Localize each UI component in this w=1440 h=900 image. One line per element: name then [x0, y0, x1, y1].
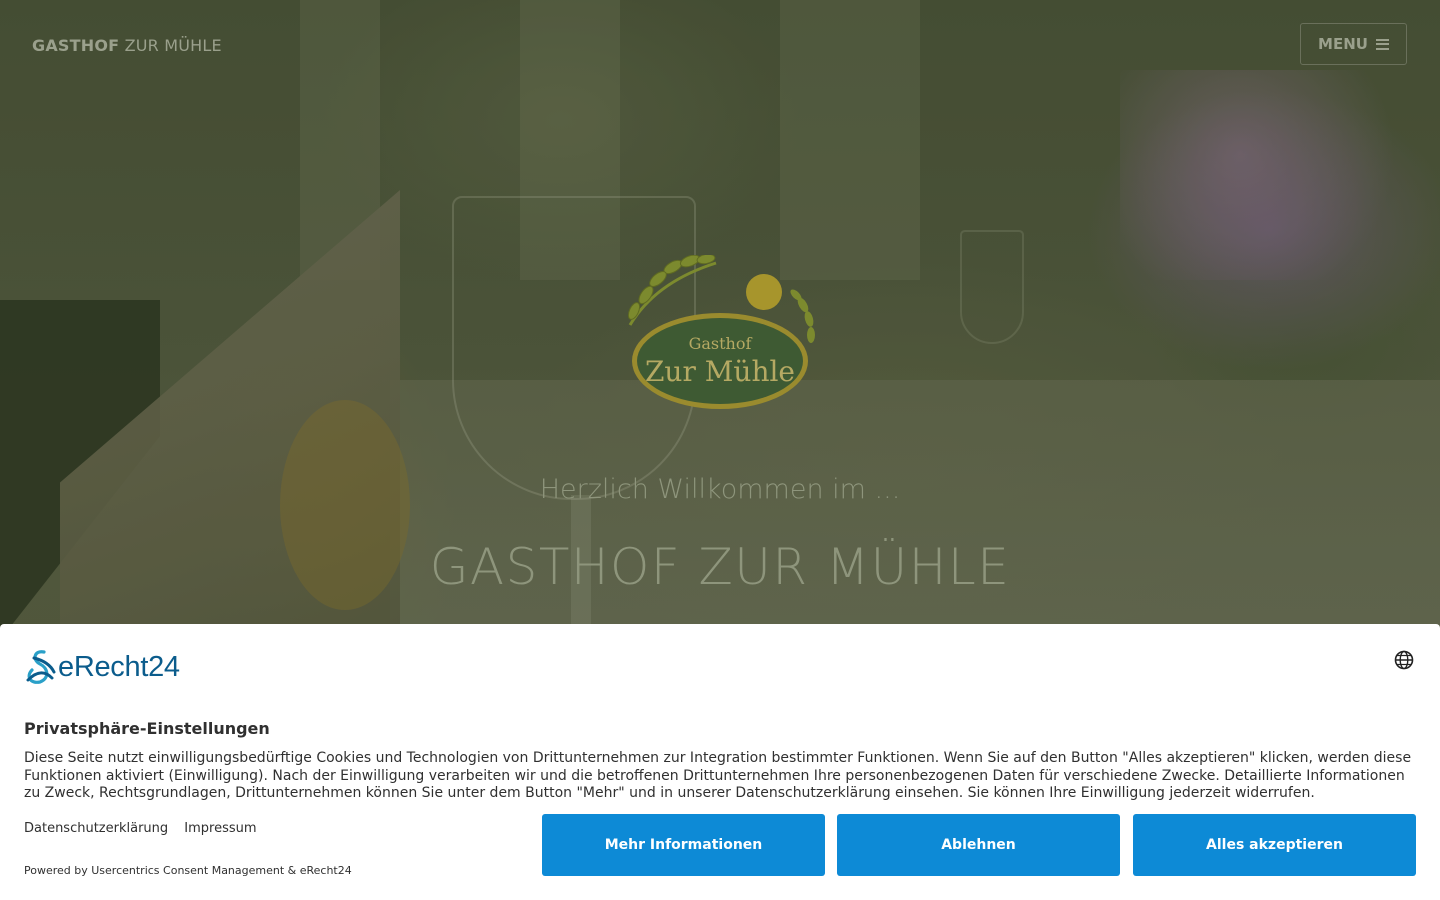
brand-light: ZUR MÜHLE: [124, 36, 222, 55]
accept-all-button[interactable]: Alles akzeptieren: [1133, 814, 1416, 876]
more-info-button[interactable]: Mehr Informationen: [542, 814, 825, 876]
brand-bold: GASTHOF: [32, 36, 120, 55]
consent-links: Datenschutzerklärung Impressum: [24, 821, 269, 836]
site-brand[interactable]: GASTHOF ZUR MÜHLE: [32, 36, 222, 55]
hero-title: GASTHOF ZUR MÜHLE: [429, 538, 1011, 596]
gasthof-logo: Gasthof Zur Mühle: [627, 255, 815, 409]
logo-top-text: Gasthof: [689, 334, 753, 353]
erecht24-logo: eRecht24: [24, 648, 180, 686]
menu-label: MENU: [1318, 35, 1368, 53]
logo-bottom-text: Zur Mühle: [645, 355, 795, 388]
consent-title: Privatsphäre-Einstellungen: [24, 719, 270, 738]
welcome-text: Herzlich Willkommen im ...: [539, 474, 901, 505]
menu-button[interactable]: MENU: [1300, 23, 1407, 65]
imprint-link[interactable]: Impressum: [184, 821, 256, 836]
deny-button[interactable]: Ablehnen: [837, 814, 1120, 876]
powered-by-text: Powered by Usercentrics Consent Manageme…: [24, 864, 352, 877]
hamburger-icon: [1375, 38, 1389, 50]
erecht24-mark-icon: [26, 650, 56, 684]
consent-description: Diese Seite nutzt einwilligungsbedürftig…: [24, 750, 1412, 801]
erecht24-wordmark: eRecht24: [58, 650, 180, 683]
privacy-policy-link[interactable]: Datenschutzerklärung: [24, 821, 168, 836]
consent-banner: eRecht24 Privatsphäre-Einstellungen Dies…: [0, 624, 1440, 900]
language-globe-icon[interactable]: [1394, 650, 1414, 670]
